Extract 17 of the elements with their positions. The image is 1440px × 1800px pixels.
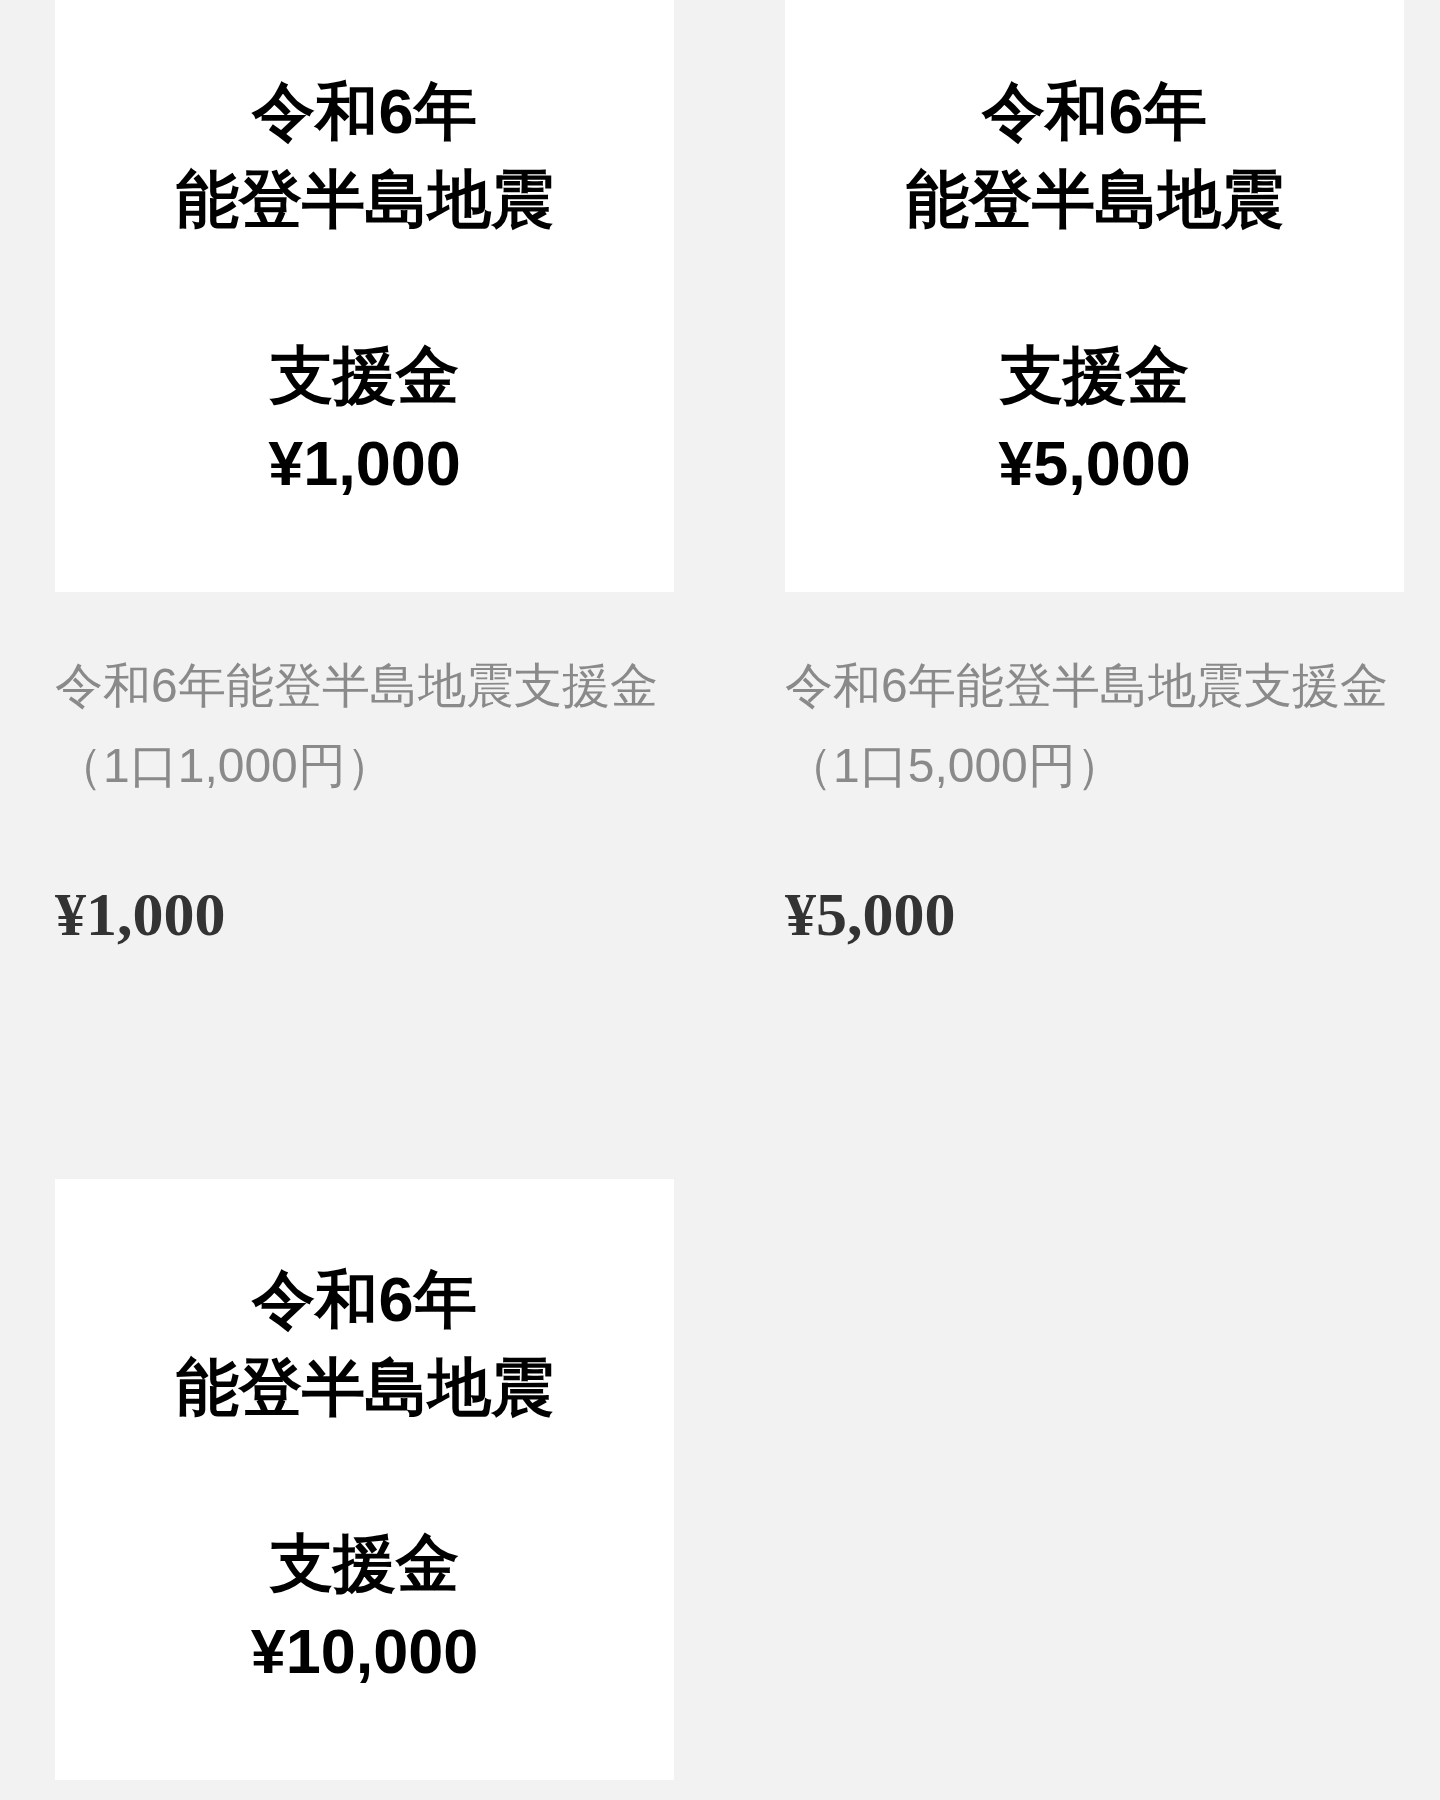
image-subtitle: 支援金: [270, 339, 459, 412]
image-price: ¥10,000: [250, 1615, 479, 1688]
product-price: ¥1,000: [55, 879, 227, 949]
image-title: 令和6年: [252, 75, 477, 148]
image-subtitle: 支援金: [270, 1527, 459, 1600]
product-image[interactable]: 令和6年 能登半島地震 支援金 ¥5,000: [785, 0, 1404, 592]
image-title: 能登半島地震: [905, 163, 1284, 236]
image-subtitle: 支援金: [1000, 339, 1189, 412]
image-price: ¥5,000: [998, 427, 1191, 500]
product-image[interactable]: 令和6年 能登半島地震 支援金 ¥10,000: [55, 1179, 674, 1780]
image-title: 令和6年: [982, 75, 1207, 148]
image-title: 令和6年: [252, 1263, 477, 1336]
product-image[interactable]: 令和6年 能登半島地震 支援金 ¥1,000: [55, 0, 674, 592]
image-price: ¥1,000: [268, 427, 461, 500]
image-title: 能登半島地震: [175, 1351, 554, 1424]
product-price: ¥5,000: [785, 879, 957, 949]
image-title: 能登半島地震: [175, 163, 554, 236]
